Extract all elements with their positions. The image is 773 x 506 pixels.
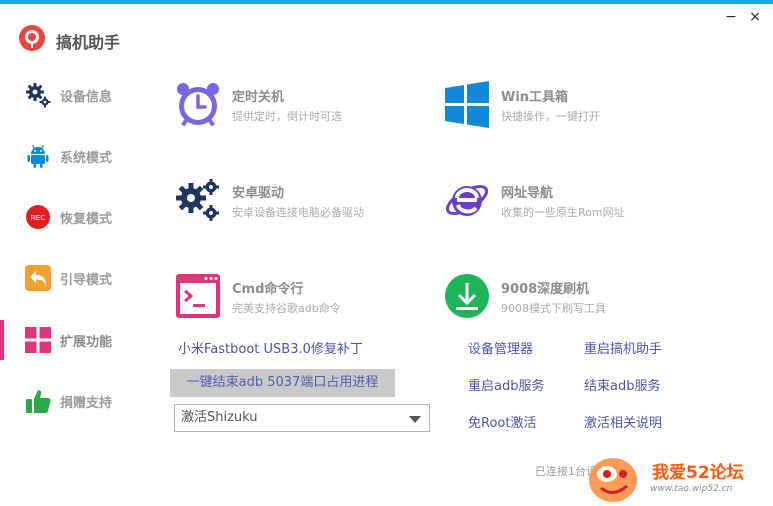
tool-description: 9008模式下刷写工具 bbox=[501, 302, 606, 315]
sidebar-item-label: 设备信息 bbox=[60, 90, 113, 105]
activate-help-link[interactable]: 激活相关说明 bbox=[584, 412, 662, 431]
tool-description: 安卓设备连接电脑必备驱动 bbox=[232, 206, 364, 219]
tool-scheduled-shutdown[interactable]: 定时关机 提供定时，倒计时可选 bbox=[174, 80, 414, 136]
rec-icon: REC bbox=[26, 205, 50, 229]
tool-name: 9008深度刷机 bbox=[501, 282, 590, 297]
sidebar-item-label: 捐赠支持 bbox=[60, 396, 113, 411]
tool-url-navigation[interactable]: 网址导航 收集的一些原生Rom网址 bbox=[443, 176, 683, 232]
tool-description: 提供定时，倒计时可选 bbox=[232, 110, 342, 123]
chevron-down-icon bbox=[409, 416, 421, 423]
sidebar-item-device-info[interactable]: 设备信息 bbox=[0, 75, 160, 115]
restart-app-link[interactable]: 重启搞机助手 bbox=[584, 338, 662, 357]
restart-adb-link[interactable]: 重启adb服务 bbox=[468, 375, 544, 394]
sidebar-item-label: 系统模式 bbox=[60, 151, 113, 166]
sidebar-item-bootloader-mode[interactable]: 引导模式 bbox=[0, 258, 160, 298]
tool-win-toolbox[interactable]: Win工具箱 快捷操作，一键打开 bbox=[443, 80, 683, 136]
minimize-button[interactable]: − bbox=[722, 8, 740, 26]
fastboot-patch-link[interactable]: 小米Fastboot USB3.0修复补丁 bbox=[178, 338, 363, 357]
tool-name: Cmd命令行 bbox=[232, 282, 304, 297]
stop-adb-link[interactable]: 结束adb服务 bbox=[584, 375, 660, 394]
thumbs-up-icon bbox=[26, 390, 51, 413]
dropdown-selected-value: 激活Shizuku bbox=[181, 410, 258, 425]
window-top-accent-bar bbox=[0, 0, 773, 4]
gears-icon bbox=[26, 83, 51, 108]
rec-icon-text: REC bbox=[31, 215, 46, 222]
sidebar-item-label: 恢复模式 bbox=[60, 212, 113, 227]
back-arrow-icon bbox=[25, 265, 51, 291]
windows-icon bbox=[445, 81, 489, 128]
tool-9008-flash[interactable]: 9008深度刷机 9008模式下刷写工具 bbox=[443, 272, 683, 328]
terminal-icon bbox=[176, 274, 220, 318]
grid-icon bbox=[25, 327, 51, 353]
tool-name: 定时关机 bbox=[232, 90, 285, 105]
android-icon bbox=[27, 144, 49, 168]
gears-icon bbox=[176, 179, 219, 221]
device-manager-link[interactable]: 设备管理器 bbox=[468, 338, 533, 357]
sidebar-item-recovery-mode[interactable]: REC 恢复模式 bbox=[0, 197, 160, 237]
kill-adb-port-button[interactable]: 一键结束adb 5037端口占用进程 bbox=[170, 369, 395, 397]
sidebar-item-extensions[interactable]: 扩展功能 bbox=[0, 320, 160, 360]
ie-icon bbox=[445, 185, 489, 216]
tool-android-driver[interactable]: 安卓驱动 安卓设备连接电脑必备驱动 bbox=[174, 176, 414, 232]
tool-name: 网址导航 bbox=[501, 186, 554, 201]
app-title: 搞机助手 bbox=[56, 33, 121, 52]
sidebar-item-donate[interactable]: 捐赠支持 bbox=[0, 381, 160, 421]
tool-description: 收集的一些原生Rom网址 bbox=[501, 206, 625, 219]
close-button[interactable]: × bbox=[746, 8, 764, 26]
tool-name: 安卓驱动 bbox=[232, 186, 285, 201]
watermark-url: www.tao.wip52.cn bbox=[650, 484, 733, 494]
alarm-clock-icon bbox=[177, 83, 219, 127]
download-icon bbox=[445, 274, 489, 318]
sidebar-item-label: 引导模式 bbox=[60, 273, 113, 288]
tool-cmd-terminal[interactable]: Cmd命令行 完美支持谷歌adb命令 bbox=[174, 272, 414, 328]
tool-description: 完美支持谷歌adb命令 bbox=[232, 302, 341, 315]
watermark-title: 我爱52论坛 bbox=[652, 463, 744, 483]
sidebar-item-system-mode[interactable]: 系统模式 bbox=[0, 136, 160, 176]
shizuku-dropdown[interactable]: 激活Shizuku bbox=[174, 404, 430, 432]
app-logo-icon bbox=[19, 25, 45, 51]
sidebar-item-label: 扩展功能 bbox=[60, 335, 113, 350]
tool-description: 快捷操作，一键打开 bbox=[501, 110, 600, 123]
tool-name: Win工具箱 bbox=[501, 90, 569, 105]
root-free-activate-link[interactable]: 免Root激活 bbox=[468, 412, 536, 431]
